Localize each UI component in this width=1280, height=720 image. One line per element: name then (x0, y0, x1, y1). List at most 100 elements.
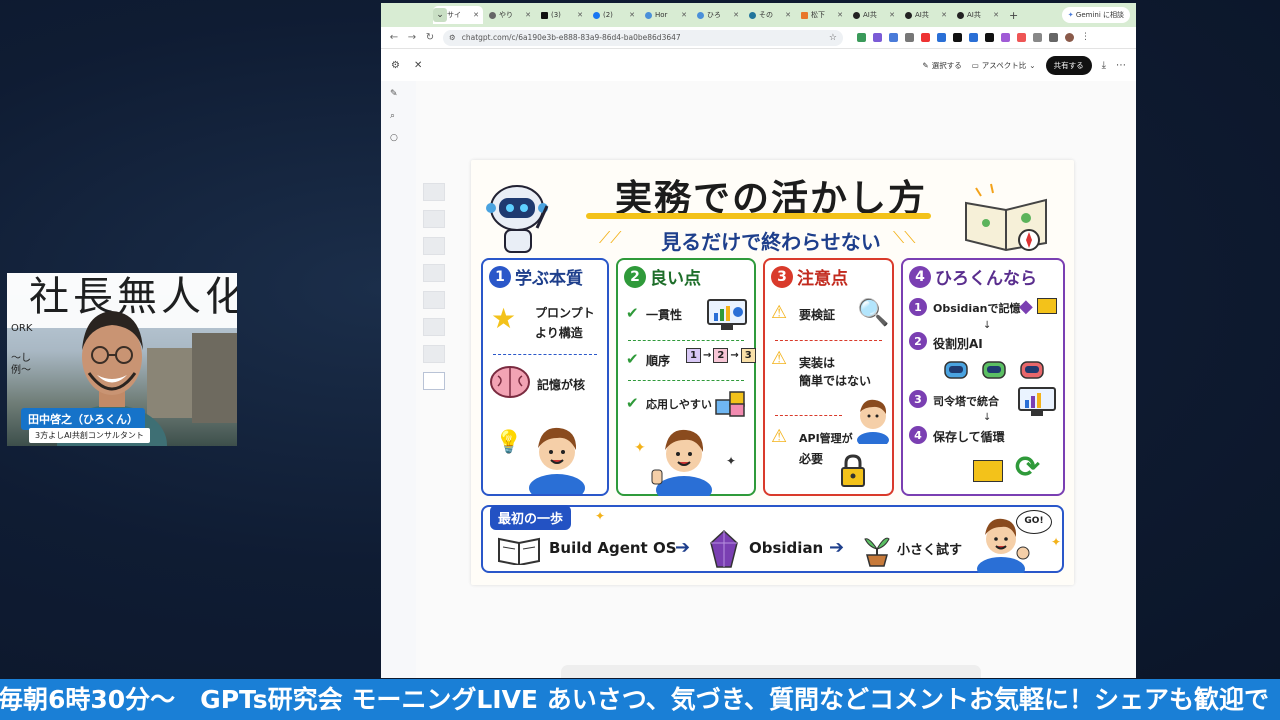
settings-gear-icon[interactable]: ⚙ (391, 60, 400, 71)
thumbnail-selected[interactable] (423, 372, 445, 390)
close-icon[interactable]: ✕ (837, 11, 843, 19)
close-icon[interactable]: ✕ (629, 11, 635, 19)
news-ticker: 毎朝6時30分〜 GPTs研究会 モーニングLIVE あいさつ、気づき、質問など… (0, 679, 1280, 720)
tab-favicon-icon (697, 11, 704, 19)
download-icon[interactable]: ⤓ (1102, 60, 1106, 71)
robot-trio (943, 358, 1045, 382)
close-icon[interactable]: ✕ (785, 11, 791, 19)
open-book-icon (498, 537, 540, 565)
thumbnail[interactable] (423, 291, 445, 309)
extension-icon[interactable] (937, 33, 946, 42)
facebook-icon (593, 11, 600, 19)
close-icon[interactable]: ✕ (681, 11, 687, 19)
composer-bar[interactable] (561, 665, 981, 678)
chatgpt-icon (905, 11, 912, 19)
tab-bar: ⌄ サイ ✕ やり ✕ (3) ✕ (2) ✕ Hor ✕ ひろ ✕ その ✕ 松下 ✕ AI共… (381, 3, 1136, 27)
tab-7[interactable]: 松下 ✕ (797, 6, 847, 24)
more-menu-icon[interactable]: ⋮ (1081, 33, 1090, 42)
card-heading: 注意点 (797, 269, 848, 289)
ticker-text: 毎朝6時30分〜 GPTs研究会 モーニングLIVE あいさつ、気づき、質問など… (0, 685, 1269, 714)
infographic-subtitle: 見るだけで終わらせない (661, 230, 881, 254)
thumbnail[interactable] (423, 318, 445, 336)
card-heading: 学ぶ本質 (515, 269, 583, 289)
sparkle-icon: ✦ (726, 454, 737, 468)
search-icon[interactable]: ⌕ (390, 111, 398, 121)
thumbnail[interactable] (423, 264, 445, 282)
site-info-icon[interactable]: ⚙ (449, 33, 456, 42)
thumbnail[interactable] (423, 210, 445, 228)
divider (775, 415, 842, 416)
lightbulb-icon: 💡 (495, 430, 523, 455)
thumbnail[interactable] (423, 237, 445, 255)
infographic-image: 実務での活かし方 ⟋⟋ 見るだけで終わらせない ⟍⟍ 1 学ぶ本質 ★ プロンプ… (471, 160, 1074, 585)
extension-icon[interactable] (985, 33, 994, 42)
close-icon[interactable]: ✕ (993, 11, 999, 19)
chat-bubble-icon[interactable]: ○ (390, 133, 398, 143)
warning-icon: ⚠ (771, 426, 788, 447)
extensions-puzzle-icon[interactable] (1049, 33, 1058, 42)
tab-10[interactable]: AI共 ✕ (953, 6, 1003, 24)
step-build-agent-os: Build Agent OS (549, 539, 677, 557)
url-input[interactable]: ⚙ chatgpt.com/c/6a190e3b-e888-83a9-86d4-… (443, 29, 843, 46)
select-button[interactable]: ✎ 選択する (922, 60, 961, 71)
tab-2[interactable]: (3) ✕ (537, 6, 587, 24)
tab-search-button[interactable]: ⌄ (433, 8, 447, 22)
close-icon[interactable]: ✕ (577, 11, 583, 19)
check-icon: ✔ (626, 394, 639, 412)
close-icon[interactable]: ✕ (733, 11, 739, 19)
puzzle-icon (715, 391, 745, 417)
share-button[interactable]: 共有する (1045, 55, 1092, 75)
close-icon[interactable]: ✕ (889, 11, 895, 19)
thumbnail[interactable] (423, 183, 445, 201)
extension-icon[interactable] (969, 33, 978, 42)
x-logo-icon (541, 11, 548, 19)
spark-icon: ⟍⟍ (893, 228, 916, 247)
robot-green-icon (982, 361, 1006, 379)
background-building (192, 333, 237, 423)
extension-icon[interactable] (857, 33, 866, 42)
bookmark-star-icon[interactable]: ☆ (829, 33, 837, 43)
tab-3[interactable]: (2) ✕ (589, 6, 639, 24)
close-icon[interactable]: ✕ (941, 11, 947, 19)
tab-favicon-icon (801, 11, 808, 19)
aspect-ratio-icon: ▭ (971, 60, 979, 70)
tab-6[interactable]: その ✕ (745, 6, 795, 24)
folder-icon (973, 460, 1003, 482)
extension-icon[interactable] (1001, 33, 1010, 42)
back-icon[interactable]: ← (389, 32, 399, 43)
gemini-button[interactable]: ✦ Gemini に相談 (1061, 7, 1130, 23)
notion-icon[interactable] (953, 33, 962, 42)
aspect-ratio-button[interactable]: ▭ アスペクト比 ⌄ (972, 60, 1036, 71)
extension-icon[interactable] (1017, 33, 1026, 42)
new-tab-button[interactable]: + (1009, 9, 1023, 22)
tab-1[interactable]: やり ✕ (485, 6, 535, 24)
divider (775, 340, 882, 341)
title-underline (586, 213, 931, 219)
profile-avatar[interactable] (1065, 33, 1074, 42)
more-options-icon[interactable]: ⋯ (1116, 60, 1126, 71)
obsidian-crystal-icon (710, 529, 738, 568)
tab-8[interactable]: AI共 ✕ (849, 6, 899, 24)
edit-icon[interactable]: ✎ (390, 89, 398, 99)
extension-icon[interactable] (873, 33, 882, 42)
step-number-1: 1 (909, 298, 927, 316)
tab-5[interactable]: ひろ ✕ (693, 6, 743, 24)
close-icon[interactable]: ✕ (525, 11, 531, 19)
extension-icon[interactable] (921, 33, 930, 42)
close-icon[interactable]: ✕ (473, 11, 479, 19)
background-sign-text: ORK (11, 323, 33, 334)
extension-icon[interactable] (889, 33, 898, 42)
tab-4[interactable]: Hor ✕ (641, 6, 691, 24)
thumbnail[interactable] (423, 345, 445, 363)
extension-icon[interactable] (905, 33, 914, 42)
reload-icon[interactable]: ↻ (425, 32, 435, 43)
map-book-icon (965, 183, 1047, 252)
forward-icon[interactable]: → (407, 32, 417, 43)
divider (493, 354, 597, 355)
address-bar-row: ← → ↻ ⚙ chatgpt.com/c/6a190e3b-e888-83a9… (381, 27, 1136, 49)
chatgpt-icon (853, 11, 860, 19)
extension-icon[interactable] (1033, 33, 1042, 42)
tab-9[interactable]: AI共 ✕ (901, 6, 951, 24)
close-icon[interactable]: ✕ (414, 60, 422, 71)
card-hirokun: 4 ひろくんなら 1 Obsidianで記憶 ◆ ↓ 2 役割別AI 3 司令塔… (901, 258, 1065, 496)
